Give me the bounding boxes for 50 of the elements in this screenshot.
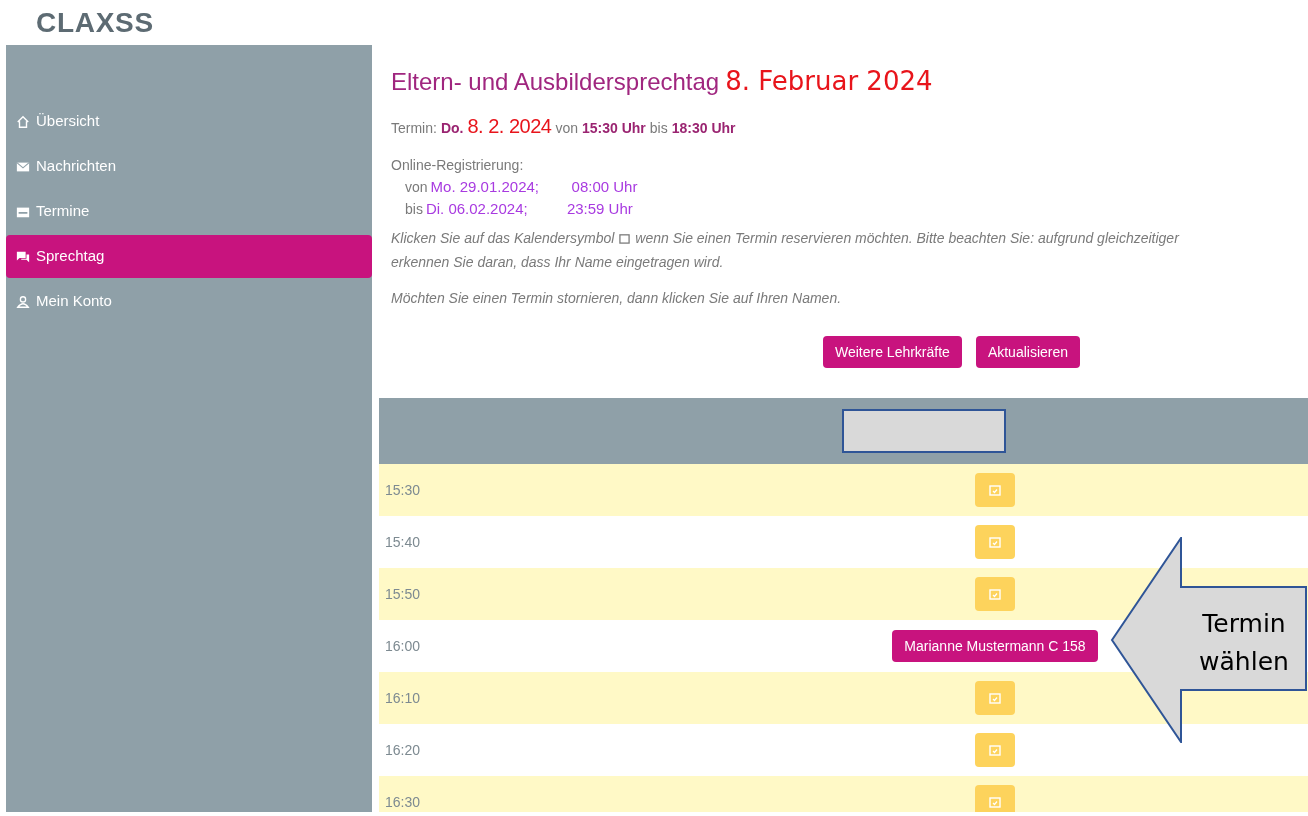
action-button[interactable]: Weitere Lehrkräfte	[822, 336, 962, 368]
envelope-icon	[16, 159, 30, 174]
calendar-icon	[989, 692, 1001, 704]
date: 8. 2. 2024	[467, 114, 552, 139]
action-button[interactable]: Aktualisieren	[975, 336, 1081, 368]
time: 18:30 Uhr	[671, 119, 736, 138]
date: Di. 06.02.2024;	[425, 199, 529, 219]
calendar-icon	[619, 233, 631, 244]
date: Mo. 29.01.2024;	[430, 177, 540, 197]
event-date: 8. Februar 2024	[725, 65, 933, 98]
time-cell-text: 15:50	[384, 584, 422, 604]
calendar-button[interactable]	[975, 577, 1015, 611]
calendar-icon	[989, 484, 1001, 496]
time: 08:00 Uhr	[571, 177, 638, 197]
calendar-icon	[989, 744, 1001, 756]
calendar-button[interactable]	[975, 525, 1015, 559]
label: bis	[649, 119, 668, 138]
user-icon	[16, 294, 30, 309]
day: Do.	[440, 118, 464, 139]
calendar-icon	[989, 796, 1001, 808]
time: 23:59 Uhr	[566, 199, 633, 219]
logo: CLAXSS	[36, 8, 154, 37]
label: von	[555, 119, 578, 138]
hint-text: Klicken Sie auf das Kalendersymbol	[391, 229, 615, 248]
label: Online-Registrierung:	[391, 156, 525, 175]
callout-text: Termin wählen	[1199, 609, 1289, 676]
label: Termin:	[391, 119, 437, 138]
time-cell-text: 16:00	[384, 636, 422, 656]
calendar-button[interactable]	[975, 473, 1015, 507]
hint-text: erkennen Sie daran, dass Ihr Name eingetragen wird.	[391, 253, 725, 272]
label: von	[405, 178, 428, 197]
time-cell-text: 16:20	[384, 740, 422, 760]
calendar-button[interactable]	[975, 681, 1015, 715]
time: 15:30 Uhr	[582, 119, 646, 138]
calendar-button[interactable]	[975, 733, 1015, 767]
calendar-icon	[989, 536, 1001, 548]
calendar-icon	[989, 588, 1001, 600]
time-cell-text: 16:10	[384, 688, 422, 708]
home-icon	[16, 114, 30, 129]
sidebar-item[interactable]: Sprechtag	[6, 235, 372, 278]
booking-button[interactable]: Marianne Mustermann C 158	[892, 630, 1098, 662]
time-cell-text: 16:30	[384, 792, 422, 812]
calendar-button[interactable]	[975, 785, 1015, 812]
hint-text: wenn Sie einen Termin reservieren möchten. Bitte beachten Sie: aufgrund gleichzeitiger	[635, 229, 1179, 248]
label: bis	[405, 200, 423, 219]
cancel-hint: Möchten Sie einen Termin stornieren, dann klicken Sie auf Ihren Namen.	[391, 289, 843, 308]
time-cell-text: 15:40	[384, 532, 422, 552]
time-cell-text: 15:30	[384, 480, 422, 500]
page-title: Eltern- und Ausbildersprechtag	[391, 67, 720, 97]
chat-icon	[16, 249, 30, 264]
